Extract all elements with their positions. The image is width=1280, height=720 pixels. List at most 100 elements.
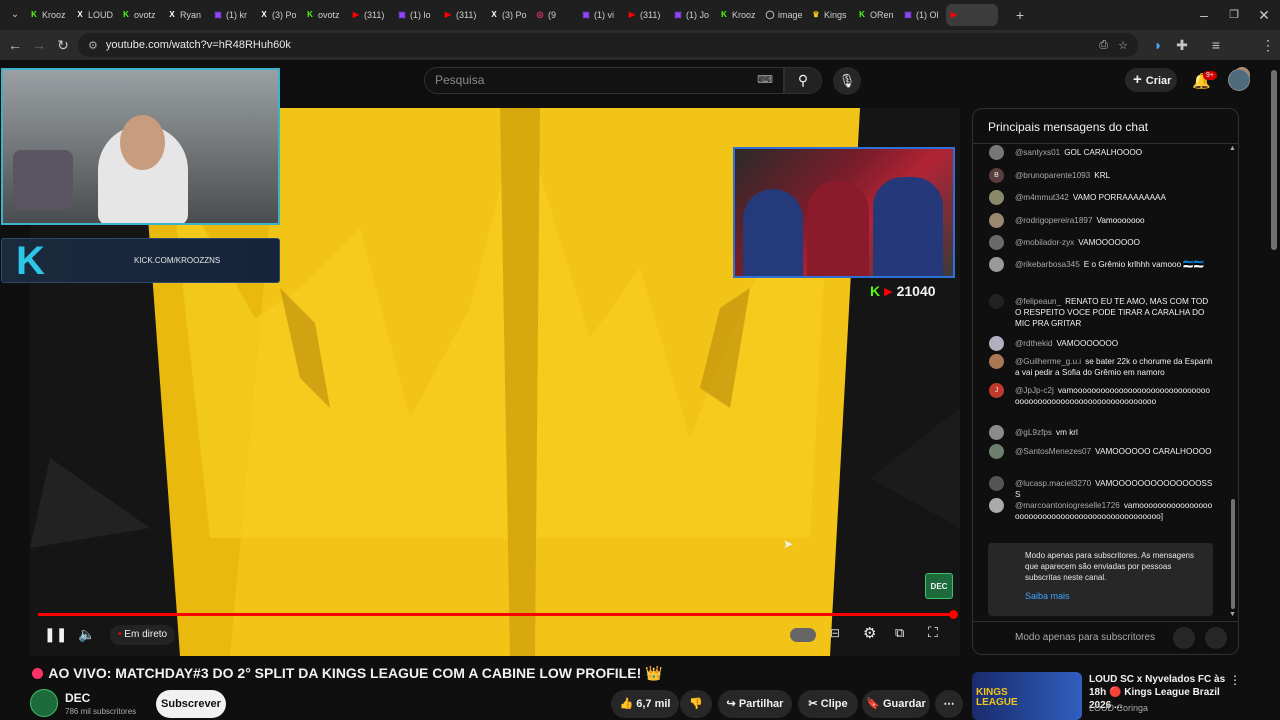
close-window-button[interactable]: ✕ <box>1252 3 1276 27</box>
chat-author[interactable]: @gL9zfps <box>1015 428 1052 437</box>
chat-avatar[interactable] <box>989 294 1004 309</box>
subscribe-button[interactable]: Subscrever <box>156 690 226 718</box>
browser-tab[interactable]: X (3) Po <box>486 4 528 26</box>
browser-tab[interactable]: X (3) Po <box>256 4 298 26</box>
channel-name[interactable]: DEC <box>65 691 90 705</box>
chat-avatar[interactable] <box>989 498 1004 513</box>
browser-tab[interactable]: ▣ (1) Ol <box>900 4 942 26</box>
browser-tab[interactable]: ▣ (1) kr <box>210 4 252 26</box>
pause-button[interactable]: ❚❚ <box>44 626 67 643</box>
keyboard-icon[interactable]: ⌨ <box>757 68 773 93</box>
chat-scrollbar[interactable] <box>1231 499 1235 609</box>
extension-icon[interactable]: ◗ <box>1146 33 1170 57</box>
chat-author[interactable]: @rodrigopereira1897 <box>1015 216 1093 225</box>
share-button[interactable]: ↪ Partilhar <box>718 690 792 718</box>
settings-gear-icon[interactable]: ⚙ <box>863 624 876 642</box>
page-scrollbar[interactable] <box>1271 70 1277 250</box>
chat-avatar[interactable] <box>989 354 1004 369</box>
back-arrow-icon[interactable]: ← <box>3 33 27 57</box>
extensions-puzzle-icon[interactable]: ✚ <box>1170 33 1194 57</box>
subtitles-icon[interactable]: ⊟ <box>830 626 840 640</box>
chat-author[interactable]: @marcoantoniogreselle1726 <box>1015 501 1120 510</box>
chat-author[interactable]: @JpJp-c2j <box>1015 386 1054 395</box>
suggested-menu-icon[interactable]: ⋮ <box>1229 673 1241 687</box>
voice-search-button[interactable]: 🎙 <box>833 67 861 95</box>
browser-tab[interactable]: ◎ (9 <box>532 4 574 26</box>
chat-author[interactable]: @SantosMenezes07 <box>1015 447 1091 456</box>
browser-tab[interactable]: ▶ (311) <box>624 4 666 26</box>
browser-tab[interactable]: Kovotz <box>302 4 344 26</box>
chat-avatar[interactable]: B <box>989 168 1004 183</box>
chat-author[interactable]: @santyxs01 <box>1015 148 1060 157</box>
live-badge[interactable]: • Em direto <box>110 625 176 645</box>
progress-bar[interactable] <box>38 613 954 616</box>
chat-avatar[interactable] <box>989 257 1004 272</box>
browser-tab[interactable]: ▣ (1) lo <box>394 4 436 26</box>
progress-scrubber[interactable] <box>949 610 958 619</box>
browser-menu-icon[interactable]: ⋮ <box>1256 33 1280 57</box>
dislike-button[interactable]: 👎 <box>680 690 712 718</box>
chat-avatar[interactable] <box>989 476 1004 491</box>
send-button[interactable] <box>1205 627 1227 649</box>
chat-author[interactable]: @mobilador-zyx <box>1015 238 1074 247</box>
save-button[interactable]: 🔖 Guardar <box>862 690 930 718</box>
browser-tab[interactable]: K Krooz <box>26 4 68 26</box>
browser-tab[interactable]: K ORen <box>854 4 896 26</box>
chat-author[interactable]: @felipeaun_ <box>1015 297 1061 306</box>
chat-header[interactable]: Principais mensagens do chat <box>988 120 1148 134</box>
forward-arrow-icon[interactable]: → <box>27 33 51 57</box>
fullscreen-icon[interactable]: ⛶ <box>928 624 938 641</box>
scroll-up-icon[interactable]: ▲ <box>1229 145 1236 152</box>
chat-author[interactable]: @brunoparente1093 <box>1015 171 1090 180</box>
volume-icon[interactable]: 🔈 <box>78 626 95 643</box>
browser-tab[interactable]: ▶ (311) <box>440 4 482 26</box>
media-control-icon[interactable]: ≡ <box>1204 33 1228 57</box>
browser-tab[interactable]: ◯ image <box>762 4 804 26</box>
channel-watermark[interactable]: DEC <box>925 573 953 599</box>
chat-author[interactable]: @lucasp.maciel3270 <box>1015 479 1091 488</box>
more-actions-button[interactable]: ⋯ <box>935 690 963 718</box>
chat-avatar[interactable] <box>989 444 1004 459</box>
chat-avatar[interactable] <box>989 213 1004 228</box>
emoji-button[interactable] <box>1173 627 1195 649</box>
scroll-down-icon[interactable]: ▼ <box>1229 611 1236 618</box>
miniplayer-icon[interactable]: ⧉ <box>895 625 904 641</box>
chat-author[interactable]: @rdthekid <box>1015 339 1052 348</box>
browser-tab[interactable]: ▶ (311) <box>348 4 390 26</box>
browser-tab[interactable]: ▣ (1) Jo <box>670 4 712 26</box>
suggested-thumbnail[interactable]: KINGS LEAGUE <box>972 672 1082 720</box>
browser-tab[interactable]: X LOUD <box>72 4 114 26</box>
clip-button[interactable]: ✂ Clipe <box>798 690 858 718</box>
chat-avatar[interactable] <box>989 145 1004 160</box>
chat-author[interactable]: @Guilherme_g.u.i <box>1015 357 1081 366</box>
account-avatar[interactable] <box>1228 69 1250 91</box>
chat-author[interactable]: @m4mmut342 <box>1015 193 1069 202</box>
address-bar[interactable]: ⚙ youtube.com/watch?v=hR48RHuh60k ⎙ ☆ <box>78 33 1138 57</box>
search-input[interactable]: Pesquisa ⌨ <box>424 67 784 94</box>
create-button[interactable]: + Criar <box>1125 68 1177 92</box>
search-button[interactable]: ⚲ <box>784 67 822 94</box>
browser-tab[interactable]: X Ryan <box>164 4 206 26</box>
bookmark-star-icon[interactable]: ☆ <box>1118 39 1128 52</box>
chat-avatar[interactable] <box>989 235 1004 250</box>
autoplay-toggle[interactable] <box>790 628 816 642</box>
chat-avatar[interactable]: J <box>989 383 1004 398</box>
new-tab-button[interactable]: + <box>1008 3 1032 27</box>
browser-tab[interactable]: Kovotz <box>118 4 160 26</box>
chat-author[interactable]: @rikebarbosa345 <box>1015 260 1080 269</box>
install-icon[interactable]: ⎙ <box>1099 39 1108 52</box>
minimize-button[interactable]: – <box>1192 3 1216 27</box>
site-info-icon[interactable]: ⚙ <box>88 39 98 52</box>
chat-avatar[interactable] <box>989 425 1004 440</box>
browser-tab[interactable]: ♛ Kings <box>808 4 850 26</box>
tab-search-icon[interactable]: ⌄ <box>4 3 26 27</box>
like-button[interactable]: 👍 6,7 mil <box>611 690 679 718</box>
suggested-channel[interactable]: LOUD Coringa <box>1089 703 1148 713</box>
learn-more-link[interactable]: Saiba mais <box>1025 591 1070 601</box>
browser-tab[interactable]: ▣ (1) vi <box>578 4 620 26</box>
reload-icon[interactable]: ↻ <box>51 33 75 57</box>
browser-tab[interactable]: K Krooz <box>716 4 758 26</box>
channel-avatar[interactable] <box>30 689 58 717</box>
browser-tab[interactable]: ▶ <box>946 4 998 26</box>
maximize-button[interactable]: ❐ <box>1222 3 1246 27</box>
